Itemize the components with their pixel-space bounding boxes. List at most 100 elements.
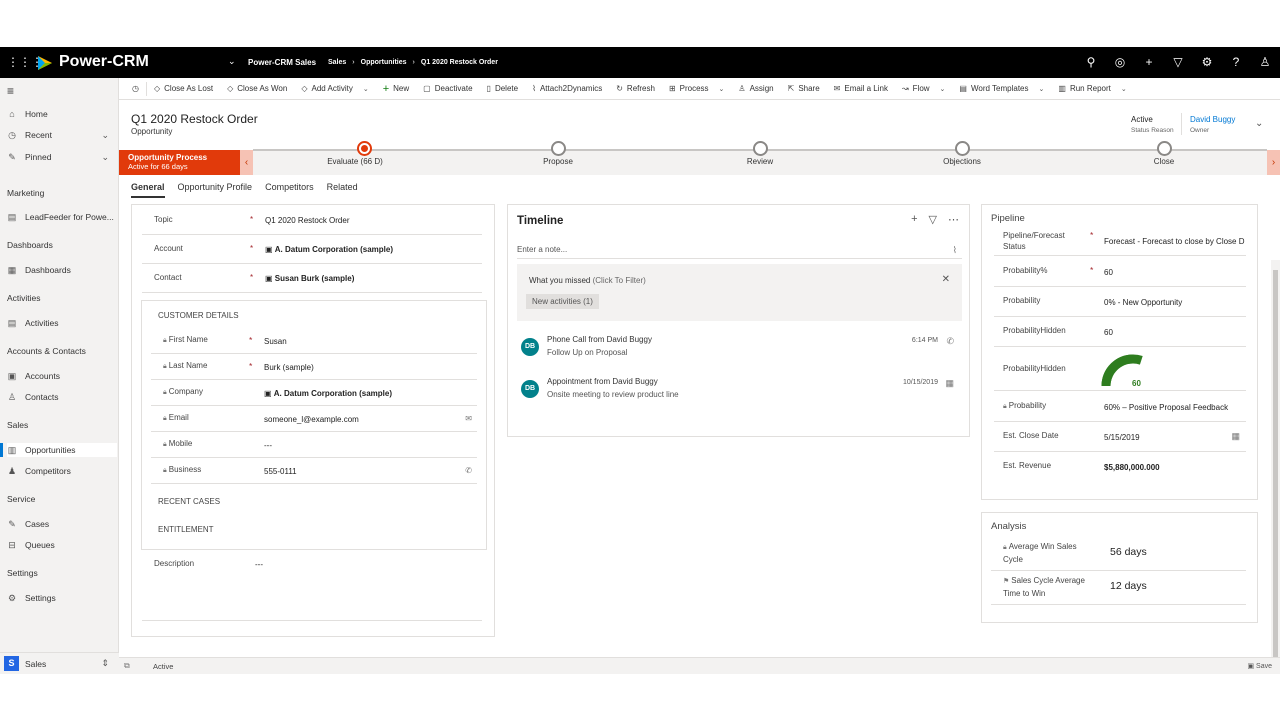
- save-button[interactable]: ▣ Save: [1247, 662, 1272, 670]
- contact-lookup[interactable]: Susan Burk (sample): [275, 274, 355, 283]
- stage-close[interactable]: Close: [1124, 141, 1204, 166]
- forecast-status-select[interactable]: Forecast - Forecast to close by Close D: [1104, 237, 1249, 246]
- search-icon[interactable]: ⚲: [1084, 54, 1098, 70]
- sidebar-item-recent[interactable]: ◷ Recent ⌄: [7, 128, 117, 142]
- stage-review[interactable]: Review: [720, 141, 800, 166]
- assign-button[interactable]: ♙ Assign: [731, 84, 780, 93]
- open-in-window-icon[interactable]: ⧉: [124, 661, 130, 671]
- note-input[interactable]: Enter a note...: [517, 245, 567, 254]
- process-button[interactable]: ⊞ Process ⌄: [662, 84, 731, 93]
- topic-input[interactable]: Q1 2020 Restock Order: [265, 216, 349, 225]
- tab-opportunity-profile[interactable]: Opportunity Profile: [178, 182, 253, 198]
- run-report-button[interactable]: ▥ Run Report ⌄: [1051, 84, 1133, 93]
- email-link-button[interactable]: ✉ Email a Link: [827, 84, 895, 93]
- stage-label: Objections: [943, 157, 981, 166]
- probability-select[interactable]: 0% - New Opportunity: [1104, 298, 1249, 307]
- sidebar-item-settings[interactable]: ⚙ Settings: [7, 591, 117, 605]
- chevron-down-icon[interactable]: ⌄: [101, 130, 109, 141]
- owner-link[interactable]: David Buggy: [1190, 115, 1235, 124]
- flow-button[interactable]: ↝ Flow ⌄: [895, 84, 952, 93]
- up-down-chevron-icon[interactable]: ⇕: [101, 658, 109, 669]
- refresh-button[interactable]: ↻ Refresh: [609, 84, 662, 93]
- company-label-wrap: 🔒︎ Company: [163, 387, 203, 397]
- probability-hidden-input[interactable]: 60: [1104, 328, 1249, 337]
- app-switcher-chevron-icon[interactable]: ⌄: [228, 56, 236, 67]
- stage-objections[interactable]: Objections: [922, 141, 1002, 166]
- more-icon[interactable]: ⋯: [948, 213, 959, 226]
- breadcrumb-sales[interactable]: Sales: [328, 59, 346, 66]
- probability-percent-input[interactable]: 60: [1104, 268, 1249, 277]
- breadcrumb-opportunities[interactable]: Opportunities: [361, 59, 407, 66]
- tab-general[interactable]: General: [131, 182, 165, 198]
- plus-icon[interactable]: +: [911, 213, 917, 226]
- bpf-next-chevron-icon[interactable]: ›: [1267, 150, 1280, 175]
- app-launcher-icon[interactable]: ⋮⋮⋮: [7, 56, 43, 68]
- close-as-won-button[interactable]: ◇ Close As Won: [220, 84, 294, 93]
- field-label: Last Name: [168, 361, 208, 370]
- sidebar-item-activities[interactable]: ▤ Activities: [7, 316, 117, 330]
- chevron-down-icon[interactable]: ⌄: [101, 152, 109, 163]
- timeline-activity[interactable]: DB Phone Call from David Buggy Follow Up…: [517, 333, 962, 363]
- phone-icon[interactable]: ✆: [465, 466, 472, 475]
- stage-propose[interactable]: Propose: [518, 141, 598, 166]
- delete-button[interactable]: ▯ Delete: [480, 84, 526, 93]
- deactivate-button[interactable]: ▢ Deactivate: [416, 84, 479, 93]
- process-flag[interactable]: Opportunity Process Active for 66 days: [119, 150, 240, 175]
- calendar-icon[interactable]: ▦: [1231, 431, 1240, 442]
- what-you-missed-panel[interactable]: What you missed (Click To Filter) ✕ New …: [517, 264, 962, 321]
- filter-icon[interactable]: ▽: [1171, 54, 1185, 70]
- plus-icon[interactable]: +: [1142, 54, 1156, 70]
- paperclip-icon[interactable]: ⌇: [953, 245, 957, 256]
- sidebar-item-dashboards[interactable]: ▦ Dashboards: [7, 263, 117, 277]
- mobile-field: 🔒︎ Mobile ---: [151, 432, 477, 458]
- sidebar-item-queues[interactable]: ⊟ Queues: [7, 538, 117, 552]
- cycle-time-field: ⚑ Sales Cycle Average Time to Win 12 days: [991, 571, 1246, 605]
- header-expand-chevron-icon[interactable]: ⌄: [1255, 118, 1263, 129]
- status-reason-value[interactable]: Active: [1131, 115, 1153, 124]
- help-icon[interactable]: ?: [1229, 54, 1243, 70]
- sidebar-item-competitors[interactable]: ♟ Competitors: [7, 464, 117, 478]
- scrollbar-thumb[interactable]: [1273, 270, 1278, 670]
- sidebar-item-pinned[interactable]: ✎ Pinned ⌄: [7, 150, 117, 164]
- sidebar-item-home[interactable]: ⌂ Home: [7, 107, 117, 121]
- add-activity-button[interactable]: ◇ Add Activity ⌄: [294, 84, 375, 93]
- stage-evaluate[interactable]: Evaluate (66 D): [315, 141, 395, 166]
- email-send-icon[interactable]: ✉: [465, 414, 472, 423]
- breadcrumb-record[interactable]: Q1 2020 Restock Order: [421, 59, 498, 66]
- sidebar-item-cases[interactable]: ✎ Cases: [7, 517, 117, 531]
- brand-name[interactable]: Power-CRM: [59, 53, 149, 71]
- area-switcher[interactable]: S Sales ⇕: [0, 652, 119, 674]
- status-footer: ⧉ Active ▣ Save: [119, 657, 1280, 674]
- task-icon[interactable]: ◎: [1113, 54, 1127, 70]
- tab-related[interactable]: Related: [327, 182, 358, 198]
- share-button[interactable]: ⇱ Share: [781, 84, 827, 93]
- filter-icon[interactable]: ▽: [929, 213, 937, 226]
- close-as-lost-button[interactable]: ◇ Close As Lost: [147, 84, 220, 93]
- new-button[interactable]: + New: [376, 83, 416, 95]
- close-date-input[interactable]: 5/15/2019: [1104, 433, 1249, 442]
- account-lookup[interactable]: A. Datum Corporation (sample): [275, 245, 393, 254]
- tab-competitors[interactable]: Competitors: [265, 182, 314, 198]
- bpf-prev-chevron-icon[interactable]: ‹: [240, 150, 253, 175]
- new-activities-chip[interactable]: New activities (1): [526, 294, 599, 309]
- sidebar-item-contacts[interactable]: ♙ Contacts: [7, 390, 117, 404]
- required-marker: *: [250, 273, 254, 282]
- missed-title: What you missed: [529, 276, 591, 285]
- word-templates-button[interactable]: ▤ Word Templates ⌄: [952, 84, 1051, 93]
- attach2dynamics-button[interactable]: ⌇ Attach2Dynamics: [525, 84, 609, 93]
- command-bar: ◷ ◇ Close As Lost ◇ Close As Won ◇ Add Acti…: [119, 78, 1280, 100]
- close-icon[interactable]: ✕: [942, 274, 950, 285]
- revenue-input[interactable]: $5,880,000.000: [1104, 463, 1249, 472]
- hamburger-icon[interactable]: ≡: [7, 84, 14, 98]
- sidebar-item-opportunities[interactable]: ▥ Opportunities: [0, 443, 117, 457]
- back-button[interactable]: ◷: [125, 84, 146, 93]
- description-input[interactable]: ---: [255, 560, 263, 569]
- sidebar-item-leadfeeder[interactable]: ▤ LeadFeeder for Powe...: [7, 210, 117, 224]
- vertical-scrollbar[interactable]: [1271, 260, 1280, 674]
- app-name[interactable]: Power-CRM Sales: [248, 58, 316, 67]
- company-lookup[interactable]: A. Datum Corporation (sample): [274, 389, 392, 398]
- sidebar-item-accounts[interactable]: ▣ Accounts: [7, 369, 117, 383]
- gear-icon[interactable]: ⚙: [1200, 54, 1214, 70]
- timeline-activity[interactable]: DB Appointment from David Buggy Onsite m…: [517, 375, 962, 405]
- user-icon[interactable]: ♙: [1258, 54, 1272, 70]
